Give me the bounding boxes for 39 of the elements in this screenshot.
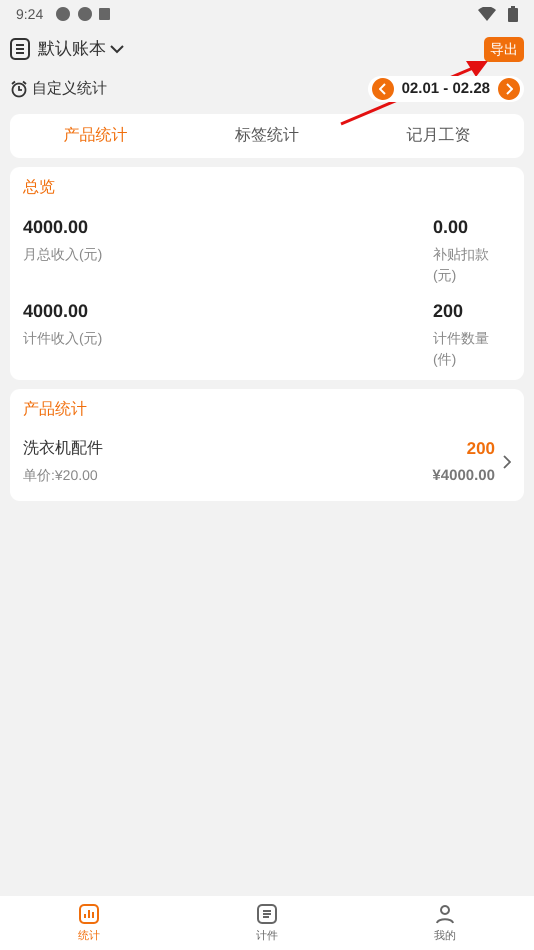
list-icon (255, 902, 279, 926)
wifi-icon (478, 7, 496, 21)
nav-tab[interactable]: 我的 (356, 896, 534, 950)
export-button[interactable]: 导出 (484, 36, 524, 62)
product-total: ¥4000.00 (432, 466, 495, 486)
chevron-left-icon (378, 83, 387, 95)
nav-tab[interactable]: 计件 (178, 896, 356, 950)
battery-icon (508, 6, 518, 22)
stat-value: 0.00 (433, 216, 468, 239)
book-icon (10, 38, 30, 60)
date-range: 02.01 - 02.28 (402, 78, 490, 99)
stat-value: 200 (433, 300, 464, 323)
product-name: 洗衣机配件 (23, 438, 104, 459)
stat-value: 4000.00 (23, 216, 90, 239)
chevron-down-icon (110, 44, 124, 54)
stat-label: 补贴扣款(元) (433, 245, 490, 285)
previous-button[interactable] (372, 78, 394, 100)
next-button[interactable] (498, 78, 520, 100)
chevron-right-icon (503, 454, 511, 468)
card-title: 产品统计 (23, 400, 88, 420)
stat-value: 4000.00 (23, 300, 90, 323)
product-row[interactable]: 洗衣机配件 单价:¥20.00 200 ¥4000.00 (23, 436, 511, 487)
status-time: 9:24 (16, 4, 44, 24)
stat-label: 计件数量(件) (433, 329, 490, 369)
account-book-selector[interactable]: 默认账本 (38, 36, 124, 62)
custom-stats-label: 自定义统计 (32, 78, 107, 99)
product-count: 200 (466, 438, 495, 460)
stat-label: 计件收入(元) (23, 329, 104, 348)
bar-chart-icon (77, 902, 101, 926)
status-icons-drawing (55, 6, 112, 22)
tab[interactable]: 标签统计 (181, 124, 353, 148)
card-title: 总览 (23, 178, 56, 198)
tab[interactable]: 产品统计 (10, 124, 182, 148)
stat-label: 月总收入(元) (23, 245, 104, 264)
alarm-clock-icon (10, 80, 28, 98)
chevron-right-icon (505, 83, 513, 95)
unit-price: 单价:¥20.00 (23, 466, 99, 485)
nav-tab[interactable]: 统计 (0, 896, 178, 950)
tab[interactable]: 记月工资 (352, 124, 524, 148)
